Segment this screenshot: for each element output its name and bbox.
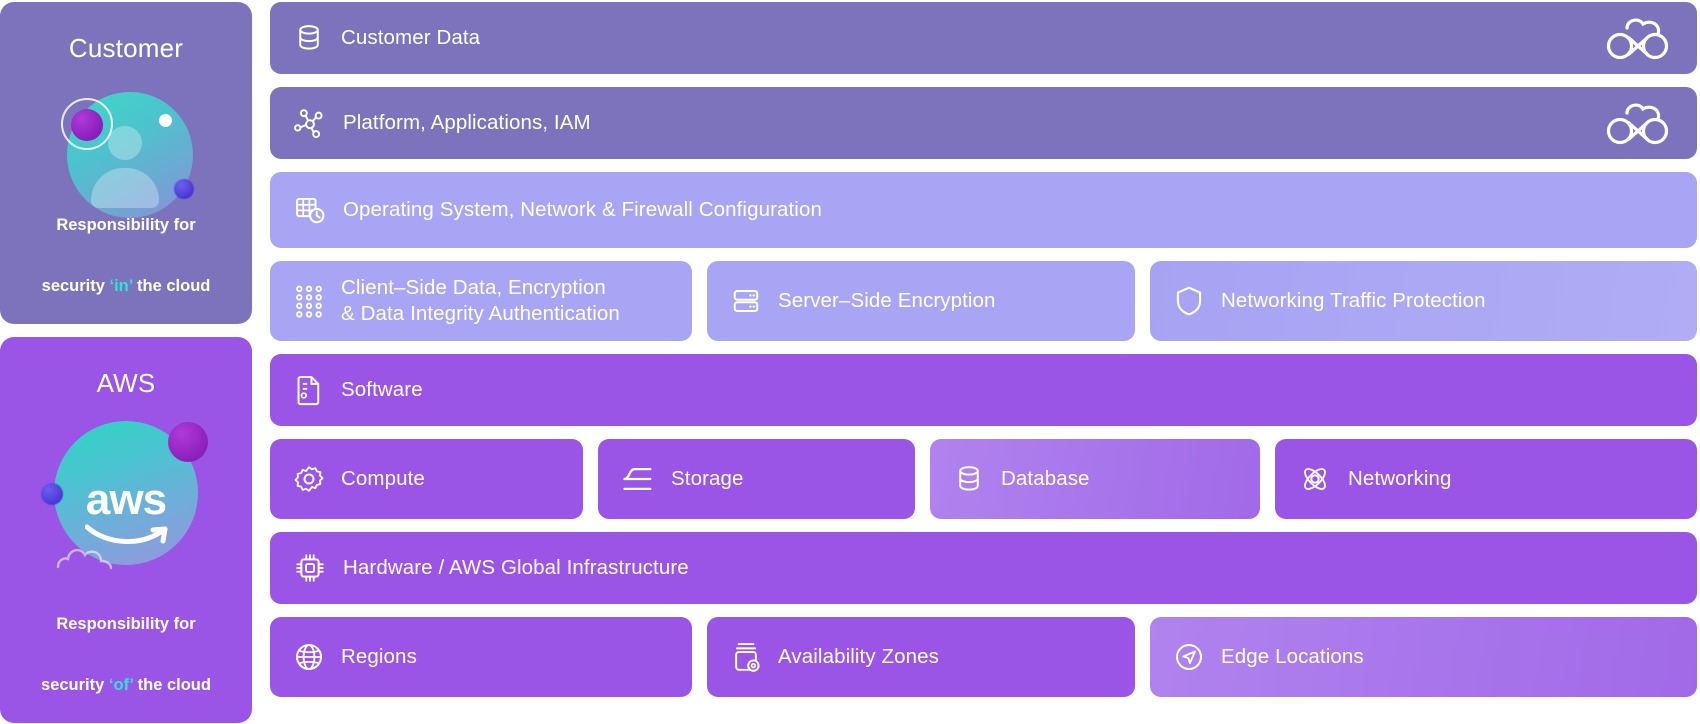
cell-availability-zones[interactable]: Availability Zones xyxy=(707,617,1135,697)
customer-caption-accent: ‘in’ xyxy=(109,277,133,296)
customer-caption-post: the cloud xyxy=(132,277,211,296)
decorative-blue-dot xyxy=(174,179,194,199)
avatar-head-shape xyxy=(108,126,142,160)
layer-row-services: Compute Storage Database Networking xyxy=(270,439,1697,519)
cell-label: Operating System, Network & Firewall Con… xyxy=(343,197,822,221)
cell-platform-applications-iam[interactable]: Platform, Applications, IAM xyxy=(270,87,1697,159)
cell-software[interactable]: Software xyxy=(270,354,1697,426)
aws-title: AWS xyxy=(96,368,156,398)
decorative-white-dot xyxy=(159,114,172,127)
dot-grid-icon xyxy=(296,285,322,318)
globe-icon xyxy=(295,643,323,671)
cloud-infinity-icon xyxy=(1606,103,1669,145)
cloud-outline-icon xyxy=(56,548,113,570)
layer-row-customer-data: Customer Data xyxy=(270,2,1697,74)
cell-database[interactable]: Database xyxy=(930,439,1260,519)
cpu-chip-icon xyxy=(296,554,324,582)
cell-compute[interactable]: Compute xyxy=(270,439,583,519)
cell-label: Client–Side Data, Encryption & Data Inte… xyxy=(341,275,620,325)
cell-label: Software xyxy=(341,377,423,401)
atom-icon xyxy=(1304,468,1326,490)
cell-server-side-encryption[interactable]: Server–Side Encryption xyxy=(707,261,1135,341)
gear-icon xyxy=(294,466,324,492)
cell-label: Networking Traffic Protection xyxy=(1221,288,1486,312)
aws-logo-artwork: aws xyxy=(0,399,252,579)
layer-row-encryption: Client–Side Data, Encryption & Data Inte… xyxy=(270,261,1697,341)
aws-caption-accent: ‘of’ xyxy=(108,676,134,695)
availability-zone-icon xyxy=(735,643,760,672)
aws-party-panel: AWS aws Responsibility for security ‘of’… xyxy=(0,337,252,723)
database-icon xyxy=(959,466,979,491)
cell-label: Edge Locations xyxy=(1221,644,1364,668)
network-nodes-icon xyxy=(294,109,323,139)
cell-label: Storage xyxy=(671,466,744,490)
document-icon xyxy=(297,376,320,406)
cell-label: Database xyxy=(1001,466,1090,490)
cloud-infinity-icon xyxy=(1606,18,1669,60)
cell-label: Regions xyxy=(341,644,417,668)
cell-label: Networking xyxy=(1348,466,1452,490)
cell-networking-traffic-protection[interactable]: Networking Traffic Protection xyxy=(1150,261,1697,341)
cell-label: Platform, Applications, IAM xyxy=(343,110,591,134)
customer-party-panel: Customer Responsibility for security ‘in… xyxy=(0,2,252,324)
cell-label: Customer Data xyxy=(341,25,481,49)
cell-edge-locations[interactable]: Edge Locations xyxy=(1150,617,1697,697)
responsibility-layers: Customer Data Platform, Applications, IA… xyxy=(270,0,1700,724)
aws-caption: Responsibility for security ‘of’ the clo… xyxy=(41,579,211,701)
decorative-purple-dot xyxy=(71,109,103,141)
layer-row-software: Software xyxy=(270,354,1697,426)
customer-caption-pre: security xyxy=(41,277,110,296)
cell-label: Server–Side Encryption xyxy=(778,288,996,312)
cell-label: Hardware / AWS Global Infrastructure xyxy=(343,555,689,579)
cell-storage[interactable]: Storage xyxy=(598,439,915,519)
party-column: Customer Responsibility for security ‘in… xyxy=(0,0,252,724)
cell-label: Availability Zones xyxy=(778,644,939,668)
customer-title: Customer xyxy=(68,33,184,63)
cell-regions[interactable]: Regions xyxy=(270,617,692,697)
customer-caption-line1: Responsibility for xyxy=(56,216,196,235)
cell-operating-system-network-firewall[interactable]: Operating System, Network & Firewall Con… xyxy=(270,172,1697,248)
storage-stack-icon xyxy=(623,468,652,490)
layer-row-platform: Platform, Applications, IAM xyxy=(270,87,1697,159)
aws-caption-post: the cloud xyxy=(133,676,211,695)
customer-avatar-artwork xyxy=(0,64,252,218)
server-config-icon xyxy=(296,197,325,224)
database-icon xyxy=(299,25,319,50)
shared-responsibility-diagram: Customer Responsibility for security ‘in… xyxy=(0,0,1700,724)
layer-row-global-footprint: Regions Availability Zones Edge Location… xyxy=(270,617,1697,697)
cell-hardware-global-infrastructure[interactable]: Hardware / AWS Global Infrastructure xyxy=(270,532,1697,604)
cell-label: Compute xyxy=(341,466,425,490)
cell-client-side-data-encryption[interactable]: Client–Side Data, Encryption & Data Inte… xyxy=(270,261,692,341)
aws-wordmark: aws xyxy=(85,475,167,524)
shield-icon xyxy=(1176,286,1202,316)
layer-row-operating-system: Operating System, Network & Firewall Con… xyxy=(270,172,1697,248)
layer-row-hardware: Hardware / AWS Global Infrastructure xyxy=(270,532,1697,604)
aws-caption-pre: security xyxy=(41,676,109,695)
cell-customer-data[interactable]: Customer Data xyxy=(270,2,1697,74)
navigation-arrow-icon xyxy=(1175,643,1203,671)
decorative-purple-dot xyxy=(168,422,208,462)
server-rack-icon xyxy=(733,290,759,312)
aws-caption-line1: Responsibility for xyxy=(56,615,196,634)
cell-networking[interactable]: Networking xyxy=(1275,439,1697,519)
